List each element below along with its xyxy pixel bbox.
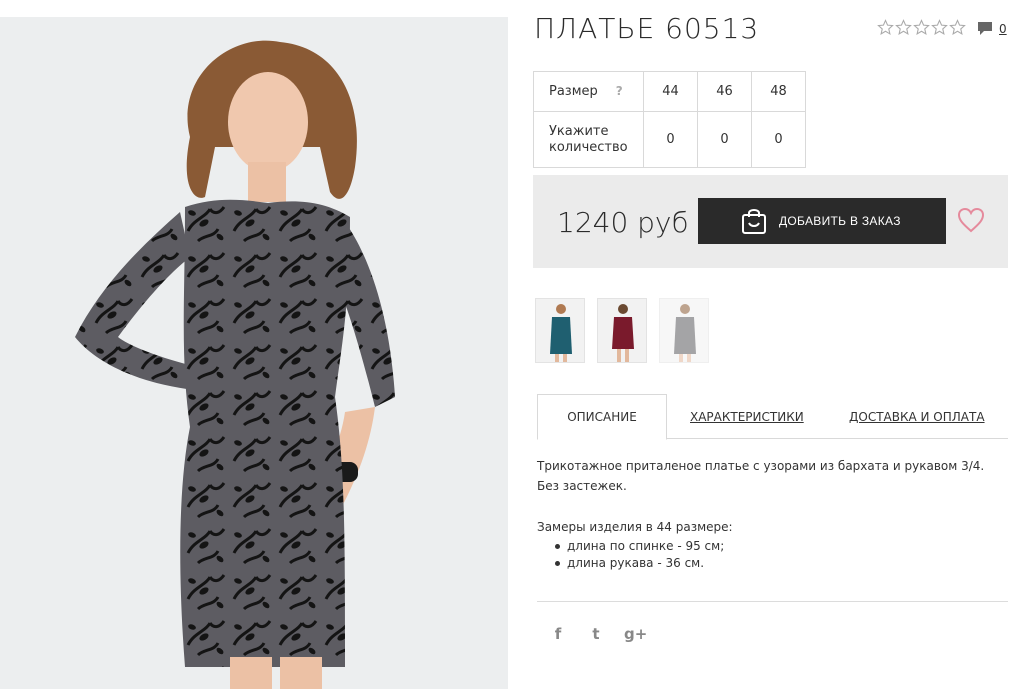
product-tabs: ОПИСАНИЕ ХАРАКТЕРИСТИКИ ДОСТАВКА И ОПЛАТ… [537,394,1008,440]
measurements-title: Замеры изделия в 44 размере: [537,520,733,534]
quantity-input[interactable]: 0 [697,111,752,168]
price: 1240 руб [557,206,689,239]
description-text: Трикотажное приталеное платье с узорами … [537,459,985,493]
size-row: Размер? 44 46 48 [533,71,806,112]
size-help-icon[interactable]: ? [616,84,623,98]
star-icon[interactable] [931,19,948,36]
reviews-count[interactable]: 0 [999,22,1007,36]
measurements-list: длина по спинке - 95 см; длина рукава - … [537,538,733,572]
list-item: длина рукава - 36 см. [555,555,733,572]
size-option: 44 [643,71,698,112]
price-panel: 1240 руб ДОБАВИТЬ В ЗАКАЗ [533,175,1008,268]
quantity-input[interactable]: 0 [643,111,698,168]
product-main-photo [0,17,508,689]
product-title: ПЛАТЬЕ 60513 [534,12,760,45]
social-share: f t g+ [548,625,648,643]
twitter-icon[interactable]: t [586,625,606,643]
size-table: Размер? 44 46 48 Укажите количество 0 0 … [533,71,806,168]
tab-description[interactable]: ОПИСАНИЕ [537,394,667,440]
heart-icon[interactable] [957,207,985,233]
measurements: Замеры изделия в 44 размере: длина по сп… [537,520,733,572]
size-option: 48 [751,71,806,112]
thumbnail-teal-dress[interactable] [535,298,585,363]
star-icon[interactable] [913,19,930,36]
thumbnail-gallery [535,298,709,363]
list-item: длина по спинке - 95 см; [555,538,733,555]
thumbnail-burgundy-dress[interactable] [597,298,647,363]
star-icon[interactable] [877,19,894,36]
add-to-order-label: ДОБАВИТЬ В ЗАКАЗ [779,214,901,228]
thumbnail-grey-dress[interactable] [659,298,709,363]
star-icon[interactable] [949,19,966,36]
google-plus-icon[interactable]: g+ [624,625,647,643]
tab-characteristics[interactable]: ХАРАКТЕРИСТИКИ [690,394,804,439]
add-to-order-button[interactable]: ДОБАВИТЬ В ЗАКАЗ [698,198,946,244]
rating-stars[interactable] [877,19,966,36]
star-icon[interactable] [895,19,912,36]
size-label-cell: Размер? [533,71,644,112]
shopping-bag-icon [742,209,766,234]
tab-delivery-payment[interactable]: ДОСТАВКА И ОПЛАТА [849,394,985,439]
size-label: Размер [549,84,598,99]
quantity-row: Укажите количество 0 0 0 [533,111,806,168]
comment-icon [978,22,992,35]
reviews-link[interactable]: 0 [977,21,1007,36]
quantity-input[interactable]: 0 [751,111,806,168]
facebook-icon[interactable]: f [548,625,568,643]
size-option: 46 [697,71,752,112]
quantity-label: Укажите количество [533,111,644,168]
divider [537,601,1008,602]
